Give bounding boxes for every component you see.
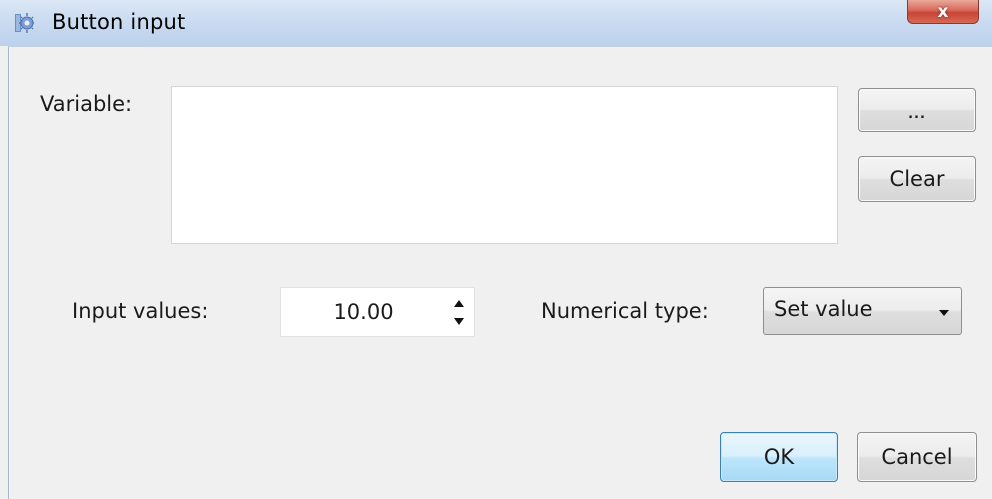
variable-label: Variable: (40, 92, 133, 116)
app-icon (15, 13, 34, 33)
window-title: Button input (52, 10, 186, 34)
variable-input[interactable] (171, 86, 838, 244)
button-input-dialog: Button input x Variable: ... Clear Input… (0, 0, 992, 499)
numerical-type-select[interactable]: Set value (763, 287, 962, 335)
ok-label: OK (763, 445, 795, 469)
clear-button[interactable]: Clear (858, 156, 976, 202)
browse-button[interactable]: ... (858, 88, 976, 132)
numerical-type-label: Numerical type: (541, 299, 709, 323)
spin-down-icon[interactable] (449, 313, 469, 329)
browse-label: ... (908, 106, 926, 122)
title-bar[interactable]: Button input x (0, 0, 992, 46)
close-icon: x (937, 1, 949, 22)
input-values-label: Input values: (72, 299, 209, 323)
chevron-down-icon (939, 310, 949, 316)
cancel-label: Cancel (881, 445, 953, 469)
clear-label: Clear (889, 167, 945, 191)
spin-up-icon[interactable] (449, 296, 469, 312)
close-button[interactable]: x (907, 0, 979, 24)
numerical-type-value: Set value (774, 297, 873, 321)
input-values-field[interactable]: 10.00 (281, 288, 446, 336)
cancel-button[interactable]: Cancel (857, 432, 977, 482)
ok-button[interactable]: OK (720, 432, 838, 482)
input-values-spinner[interactable]: 10.00 (280, 287, 475, 337)
